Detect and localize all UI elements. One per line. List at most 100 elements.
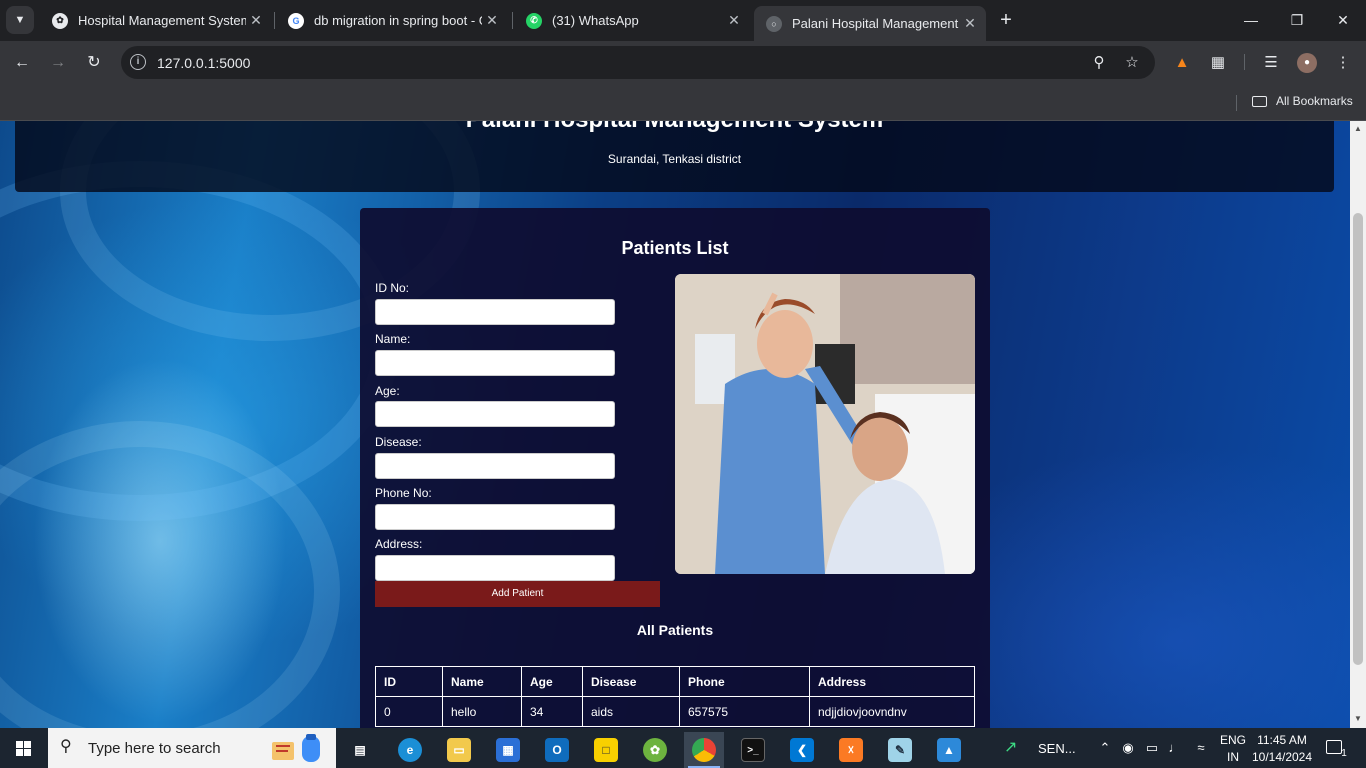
all-bookmarks-button[interactable]: All Bookmarks bbox=[1252, 94, 1353, 108]
search-placeholder: Type here to search bbox=[88, 740, 221, 757]
bookmark-star-icon[interactable]: ☆ bbox=[1121, 52, 1143, 74]
camera-icon[interactable]: ◉ bbox=[1120, 740, 1136, 756]
taskbar-search-box[interactable]: ⚲ Type here to search bbox=[48, 728, 336, 768]
file-explorer-icon[interactable]: ▭ bbox=[439, 732, 479, 768]
restore-icon[interactable]: ❐ bbox=[1274, 0, 1320, 40]
more-menu-icon[interactable]: ⋮ bbox=[1332, 52, 1354, 74]
tab-palani-hospital[interactable]: ○ Palani Hospital Management Sy ✕ bbox=[754, 6, 986, 41]
tab-title: Hospital Management System C bbox=[78, 13, 246, 28]
language-indicator[interactable]: ENG IN bbox=[1218, 728, 1248, 768]
chrome-icon[interactable] bbox=[684, 732, 724, 768]
clock-time: 11:45 AM bbox=[1257, 733, 1307, 747]
window-close-icon[interactable]: ✕ bbox=[1320, 0, 1366, 40]
cell-disease: aids bbox=[582, 696, 680, 727]
nurse-patient-photo bbox=[675, 274, 975, 574]
start-button[interactable] bbox=[0, 728, 48, 768]
globe-icon: ○ bbox=[766, 15, 782, 32]
column-header-id: ID bbox=[375, 666, 443, 697]
notification-count: 1 bbox=[1341, 748, 1347, 759]
toolbar-separator bbox=[1244, 54, 1245, 70]
search-highlight-art-icon bbox=[272, 734, 320, 762]
cell-id: 0 bbox=[375, 696, 443, 727]
extensions-puzzle-icon[interactable]: ▦ bbox=[1207, 52, 1229, 74]
microsoft-store-icon[interactable]: ▦ bbox=[488, 732, 528, 768]
close-tab-icon[interactable]: ✕ bbox=[246, 12, 266, 29]
minimize-icon[interactable]: — bbox=[1228, 0, 1274, 40]
tab-title: db migration in spring boot - G bbox=[314, 13, 482, 28]
site-header: Palani Hospital Management System Surand… bbox=[15, 121, 1334, 192]
paint-icon[interactable]: ▲ bbox=[929, 732, 969, 768]
back-arrow-icon[interactable]: ← bbox=[8, 49, 36, 77]
name-input[interactable] bbox=[375, 350, 615, 376]
tab-title: (31) WhatsApp bbox=[552, 13, 639, 28]
close-tab-icon[interactable]: ✕ bbox=[482, 12, 502, 29]
terminal-icon[interactable]: >_ bbox=[733, 732, 773, 768]
tab-db-migration[interactable]: G db migration in spring boot - G ✕ bbox=[276, 6, 508, 35]
site-title: Palani Hospital Management System bbox=[15, 121, 1334, 134]
profile-avatar-icon[interactable]: ● bbox=[1297, 53, 1317, 73]
forward-arrow-icon[interactable]: → bbox=[44, 49, 72, 77]
age-input[interactable] bbox=[375, 401, 615, 427]
show-hidden-icons-chevron-icon[interactable]: ⌃ bbox=[1097, 740, 1113, 756]
nurse-patient-illustration bbox=[675, 274, 975, 574]
close-tab-icon[interactable]: ✕ bbox=[960, 15, 980, 32]
scroll-up-arrow-icon[interactable]: ▲ bbox=[1354, 125, 1362, 133]
task-view-icon[interactable]: ▤ bbox=[340, 732, 380, 768]
vscode-icon[interactable]: ❮ bbox=[782, 732, 822, 768]
notepad-icon[interactable]: ✎ bbox=[880, 732, 920, 768]
page-scrollbar[interactable]: ▲ ▼ bbox=[1350, 121, 1366, 728]
google-icon: G bbox=[288, 12, 304, 29]
language-code: ENG bbox=[1219, 733, 1246, 747]
search-icon: ⚲ bbox=[60, 738, 72, 755]
wifi-icon[interactable]: ≈ bbox=[1193, 740, 1209, 756]
browser-toolbar: ← → ↻ i 127.0.0.1:5000 ⚲ ☆ ▲ ▦ ☰ ● ⋮ bbox=[0, 41, 1366, 85]
id-input[interactable] bbox=[375, 299, 615, 325]
outlook-icon[interactable]: O bbox=[537, 732, 577, 768]
stocks-label: SEN... bbox=[1038, 741, 1076, 756]
metamask-fox-icon[interactable]: ▲ bbox=[1171, 52, 1193, 74]
column-header-phone: Phone bbox=[679, 666, 810, 697]
scroll-down-arrow-icon[interactable]: ▼ bbox=[1354, 715, 1362, 723]
close-tab-icon[interactable]: ✕ bbox=[724, 12, 744, 29]
tab-hospital-chatgpt[interactable]: ✿ Hospital Management System C ✕ bbox=[40, 6, 272, 35]
tab-separator bbox=[274, 12, 275, 29]
tab-whatsapp[interactable]: ✆ (31) WhatsApp ✕ bbox=[514, 6, 750, 35]
id-label: ID No: bbox=[375, 281, 410, 295]
name-label: Name: bbox=[375, 332, 411, 346]
edge-browser-icon[interactable]: e bbox=[390, 732, 430, 768]
windows-taskbar: ⚲ Type here to search ▤ e ▭ ▦ O □ ✿ >_ ❮… bbox=[0, 728, 1366, 768]
spring-tool-icon[interactable]: ✿ bbox=[635, 732, 675, 768]
sticky-notes-icon[interactable]: □ bbox=[586, 732, 626, 768]
tab-search-chevron-icon[interactable]: ▼ bbox=[6, 6, 34, 34]
column-header-name: Name bbox=[442, 666, 522, 697]
url-text[interactable]: 127.0.0.1:5000 bbox=[157, 55, 250, 71]
xampp-icon[interactable]: ☓ bbox=[831, 732, 871, 768]
reload-icon[interactable]: ↻ bbox=[80, 49, 108, 77]
phone-input[interactable] bbox=[375, 504, 615, 530]
stocks-widget[interactable]: ↗ SEN... bbox=[1004, 728, 1084, 768]
scrollbar-thumb[interactable] bbox=[1353, 213, 1363, 665]
address-input[interactable] bbox=[375, 555, 615, 581]
disease-input[interactable] bbox=[375, 453, 615, 479]
address-label: Address: bbox=[375, 537, 423, 551]
address-bar[interactable]: i 127.0.0.1:5000 ⚲ ☆ bbox=[121, 46, 1155, 79]
clock[interactable]: 11:45 AM 10/14/2024 bbox=[1250, 728, 1314, 768]
clock-date: 10/14/2024 bbox=[1251, 750, 1313, 764]
notification-center[interactable]: 1 bbox=[1322, 728, 1352, 768]
language-region: IN bbox=[1227, 750, 1239, 764]
volume-muted-icon[interactable]: ♩ bbox=[1167, 740, 1183, 756]
all-patients-heading: All Patients bbox=[636, 622, 714, 638]
zoom-icon[interactable]: ⚲ bbox=[1088, 52, 1110, 74]
site-info-icon[interactable]: i bbox=[130, 54, 146, 70]
media-control-icon[interactable]: ☰ bbox=[1260, 52, 1282, 74]
add-patient-button[interactable]: Add Patient bbox=[375, 581, 660, 607]
column-header-address: Address bbox=[809, 666, 975, 697]
column-header-age: Age bbox=[521, 666, 583, 697]
column-header-disease: Disease bbox=[582, 666, 680, 697]
table-row: 0 hello 34 aids 657575 ndjjdiovjoovndnv bbox=[375, 696, 975, 727]
stock-chart-icon: ↗ bbox=[1004, 739, 1018, 756]
new-tab-plus-icon[interactable]: + bbox=[994, 9, 1018, 33]
battery-icon[interactable]: ▭ bbox=[1144, 740, 1160, 756]
cell-age: 34 bbox=[521, 696, 583, 727]
tab-title: Palani Hospital Management Sy bbox=[792, 16, 960, 31]
